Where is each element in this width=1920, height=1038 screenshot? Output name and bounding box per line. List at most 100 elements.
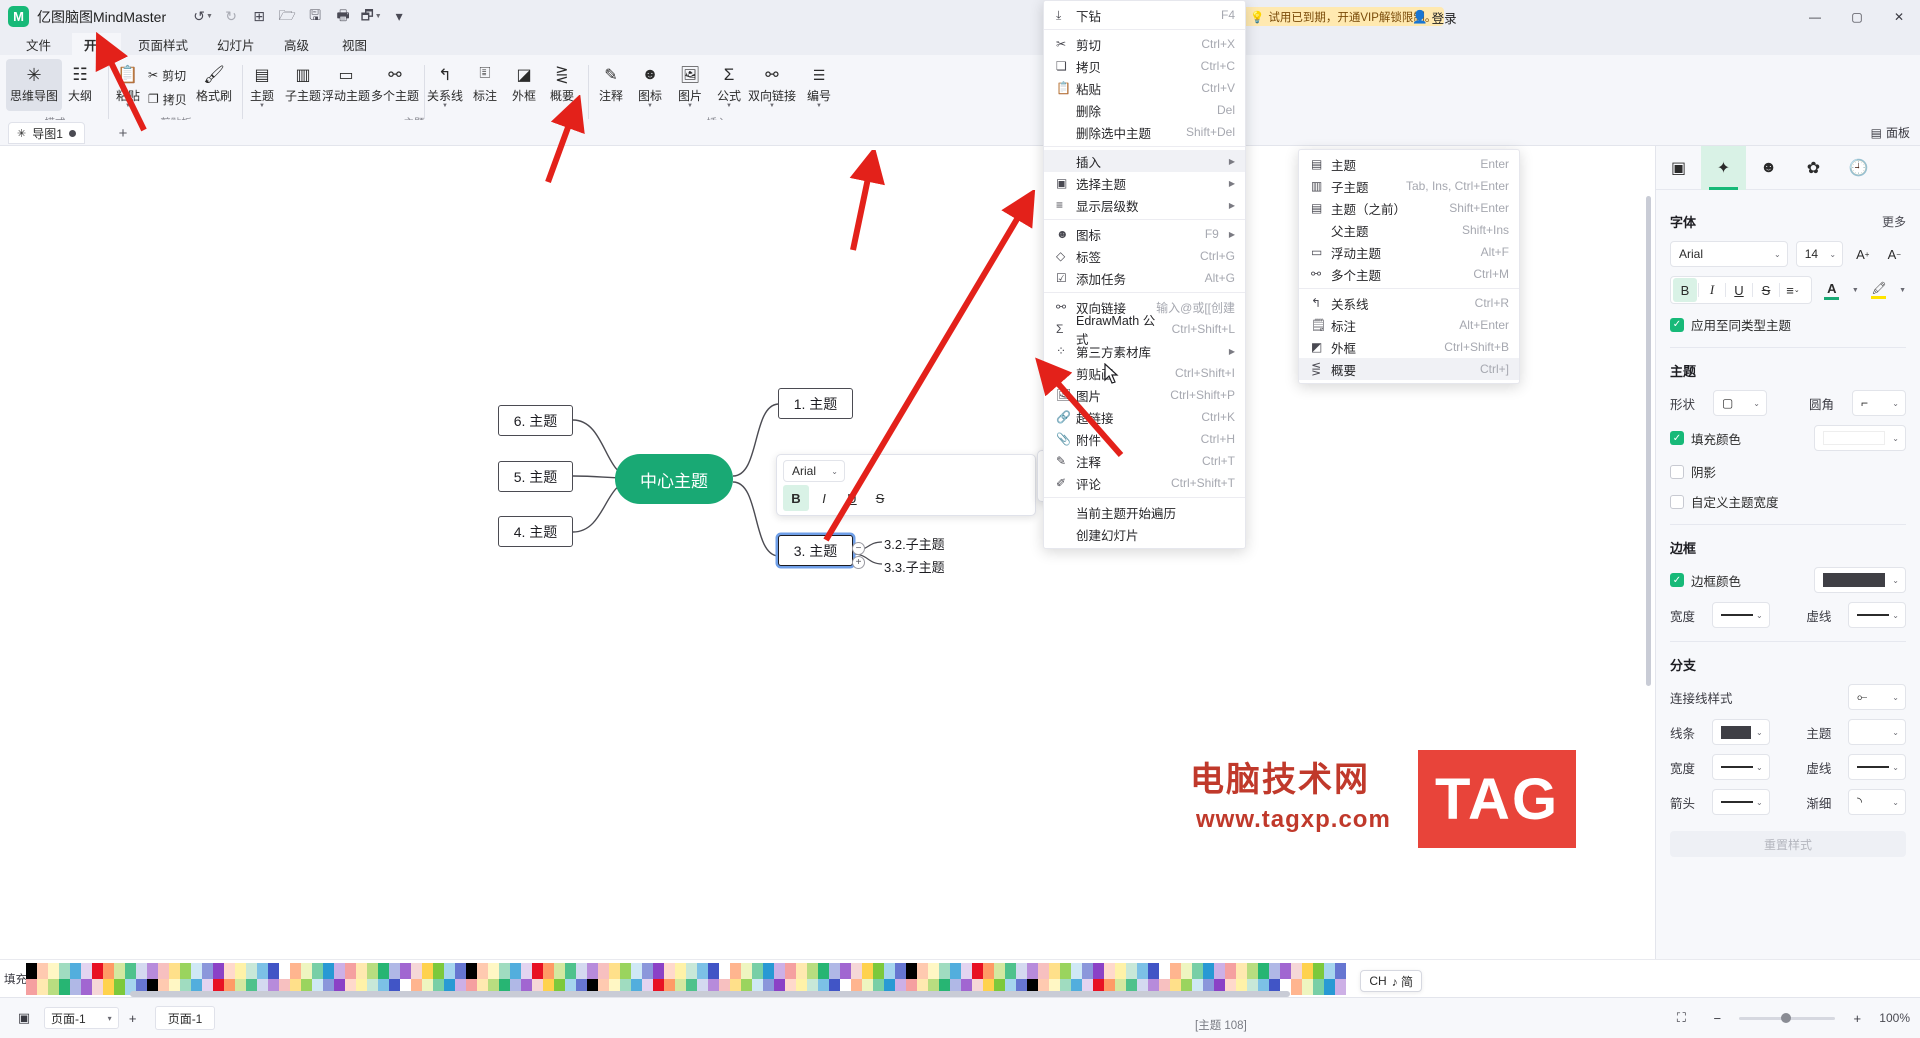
palette-swatch[interactable] bbox=[1247, 963, 1258, 979]
minibar-font-family[interactable]: Arial ⌄ bbox=[783, 460, 845, 482]
palette-swatch[interactable] bbox=[389, 963, 400, 979]
insert-submenu-item[interactable]: ↰ 关系线 Ctrl+R bbox=[1299, 292, 1519, 314]
ribbon-format-painter[interactable]: 🖌 格式刷 bbox=[188, 59, 240, 111]
palette-swatch[interactable] bbox=[1137, 963, 1148, 979]
fill-color-select[interactable]: ⌄ bbox=[1814, 425, 1906, 451]
palette-swatch[interactable] bbox=[763, 963, 774, 979]
context-menu-item[interactable]: ✐ 评论 Ctrl+Shift+T bbox=[1044, 472, 1245, 494]
connector-style-select[interactable]: ⟜ ⌄ bbox=[1848, 684, 1906, 710]
minibar-strike-button[interactable]: S bbox=[867, 485, 893, 511]
palette-swatch[interactable] bbox=[103, 979, 114, 995]
palette-swatch[interactable] bbox=[1324, 979, 1335, 995]
print-icon[interactable]: 🖶 bbox=[330, 5, 356, 29]
custom-width-checkbox[interactable]: 自定义主题宽度 bbox=[1670, 492, 1906, 511]
palette-swatch[interactable] bbox=[587, 963, 598, 979]
palette-swatch[interactable] bbox=[543, 963, 554, 979]
palette-swatch[interactable] bbox=[1104, 963, 1115, 979]
palette-swatch[interactable] bbox=[81, 979, 92, 995]
apply-same-type-checkbox[interactable]: ✓ 应用至同类型主题 bbox=[1670, 315, 1906, 334]
palette-swatch[interactable] bbox=[1005, 963, 1016, 979]
insert-submenu-item[interactable]: ⚯ 多个主题 Ctrl+M bbox=[1299, 263, 1519, 285]
palette-swatch[interactable] bbox=[455, 963, 466, 979]
ribbon-relationship[interactable]: ↰ 关系线 ▼ bbox=[422, 59, 468, 111]
context-menu-item[interactable]: 当前主题开始遍历 bbox=[1044, 501, 1245, 523]
palette-swatch[interactable] bbox=[895, 963, 906, 979]
palette-swatch[interactable] bbox=[114, 979, 125, 995]
palette-swatch[interactable] bbox=[939, 963, 950, 979]
italic-button[interactable]: I bbox=[1700, 278, 1724, 302]
tab-file[interactable]: 文件 bbox=[14, 33, 63, 55]
palette-swatch[interactable] bbox=[829, 963, 840, 979]
expand-toggle-icon[interactable]: + bbox=[852, 556, 865, 569]
palette-swatch[interactable] bbox=[1181, 963, 1192, 979]
canvas-vertical-scrollbar[interactable] bbox=[1646, 196, 1651, 686]
palette-swatch[interactable] bbox=[972, 963, 983, 979]
new-icon[interactable]: ⊞ bbox=[246, 5, 272, 29]
redo-icon[interactable]: ↻ bbox=[218, 5, 244, 29]
topic-node-3[interactable]: 3. 主题 bbox=[778, 535, 853, 566]
tab-home[interactable]: 开始 bbox=[72, 33, 122, 55]
palette-swatch[interactable] bbox=[1038, 963, 1049, 979]
palette-swatch[interactable] bbox=[59, 963, 70, 979]
palette-swatch[interactable] bbox=[1335, 963, 1346, 979]
ribbon-bidirectional-link[interactable]: ⚯ 双向链接 ▼ bbox=[746, 59, 798, 111]
palette-swatch[interactable] bbox=[631, 963, 642, 979]
add-document-tab[interactable]: + bbox=[113, 123, 133, 143]
palette-swatch[interactable] bbox=[37, 963, 48, 979]
font-family-select[interactable]: Arial ⌄ bbox=[1670, 241, 1788, 267]
palette-swatch[interactable] bbox=[444, 963, 455, 979]
context-menu-item[interactable]: ☻ 图标 F9 ▶ bbox=[1044, 223, 1245, 245]
palette-swatch[interactable] bbox=[268, 963, 279, 979]
subtopic-node-3-2[interactable]: 3.2.子主题 bbox=[884, 534, 945, 553]
palette-swatch[interactable] bbox=[785, 963, 796, 979]
palette-swatch[interactable] bbox=[1016, 963, 1027, 979]
branch-line-color-select[interactable]: ⌄ bbox=[1711, 719, 1770, 745]
open-icon[interactable]: 🗁 bbox=[274, 5, 300, 29]
palette-swatch[interactable] bbox=[92, 979, 103, 995]
palette-swatch[interactable] bbox=[642, 963, 653, 979]
palette-swatch[interactable] bbox=[103, 963, 114, 979]
palette-swatch[interactable] bbox=[70, 963, 81, 979]
ribbon-note[interactable]: ✎ 注释 bbox=[590, 59, 632, 111]
palette-swatch[interactable] bbox=[125, 963, 136, 979]
palette-swatch[interactable] bbox=[48, 979, 59, 995]
view-mode-icon[interactable]: ▣ bbox=[10, 1006, 38, 1030]
insert-submenu-item[interactable]: ⋚ 概要 Ctrl+] bbox=[1299, 358, 1519, 380]
palette-swatch[interactable] bbox=[928, 963, 939, 979]
side-tab-icon[interactable]: ☻ bbox=[1746, 146, 1791, 190]
context-menu-item[interactable]: ❏ 拷贝 Ctrl+C bbox=[1044, 55, 1245, 77]
context-menu-item[interactable]: ✿ 剪贴画 Ctrl+Shift+I bbox=[1044, 362, 1245, 384]
palette-swatch[interactable] bbox=[334, 963, 345, 979]
palette-swatch[interactable] bbox=[719, 963, 730, 979]
palette-swatch[interactable] bbox=[1280, 963, 1291, 979]
context-menu-item[interactable]: ☑ 添加任务 Alt+G bbox=[1044, 267, 1245, 289]
palette-swatch[interactable] bbox=[884, 963, 895, 979]
palette-swatch[interactable] bbox=[730, 963, 741, 979]
side-tab-page[interactable]: ▣ bbox=[1656, 146, 1701, 190]
palette-swatch[interactable] bbox=[1258, 963, 1269, 979]
panel-toggle-button[interactable]: ▤ 面板 bbox=[1871, 124, 1910, 141]
ribbon-numbering[interactable]: ☰ 编号 ▼ bbox=[798, 59, 840, 111]
context-menu-item[interactable]: 创建幻灯片 bbox=[1044, 523, 1245, 545]
floating-format-toolbar[interactable]: Arial ⌄ B I U S bbox=[776, 454, 1036, 516]
palette-swatch[interactable] bbox=[1148, 963, 1159, 979]
insert-submenu-item[interactable]: ◩ 外框 Ctrl+Shift+B bbox=[1299, 336, 1519, 358]
insert-submenu-item[interactable]: ▤ 主题（之前） Shift+Enter bbox=[1299, 197, 1519, 219]
palette-swatch[interactable] bbox=[1082, 963, 1093, 979]
palette-swatch[interactable] bbox=[1302, 963, 1313, 979]
palette-swatch[interactable] bbox=[840, 963, 851, 979]
palette-swatch[interactable] bbox=[257, 963, 268, 979]
border-color-select[interactable]: ⌄ bbox=[1814, 567, 1906, 593]
palette-swatch[interactable] bbox=[818, 963, 829, 979]
palette-swatch[interactable] bbox=[312, 963, 323, 979]
palette-swatch[interactable] bbox=[202, 963, 213, 979]
side-tab-style[interactable]: ✦ bbox=[1701, 145, 1746, 190]
palette-swatch[interactable] bbox=[356, 963, 367, 979]
palette-swatch[interactable] bbox=[191, 963, 202, 979]
increase-font-size-button[interactable]: A + bbox=[1851, 242, 1874, 266]
ribbon-floating-topic[interactable]: ▭ 浮动主题 bbox=[320, 59, 372, 111]
fit-page-icon[interactable]: ⛶ bbox=[1667, 1006, 1695, 1030]
context-menu-item[interactable]: 🖼 图片 Ctrl+Shift+P bbox=[1044, 384, 1245, 406]
palette-swatch[interactable] bbox=[774, 963, 785, 979]
palette-swatch[interactable] bbox=[466, 963, 477, 979]
